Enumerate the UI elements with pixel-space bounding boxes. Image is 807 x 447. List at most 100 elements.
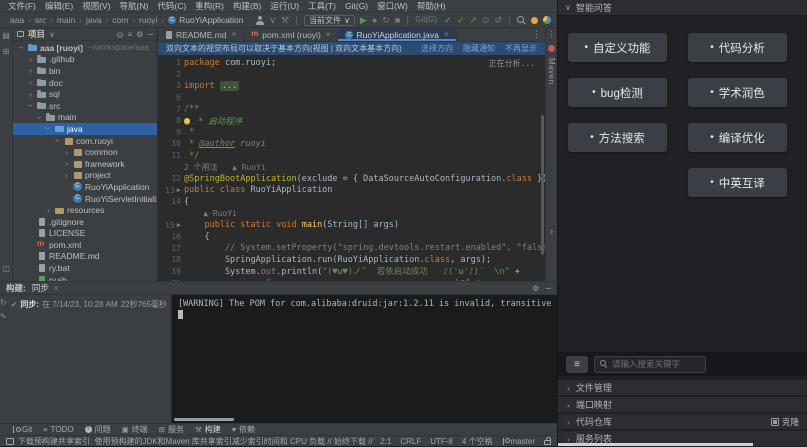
git-history-icon[interactable]: ⊙: [482, 16, 490, 25]
tree-item[interactable]: README.md: [13, 251, 157, 263]
file-encoding[interactable]: UTF-8: [430, 437, 453, 446]
line-number-gutter[interactable]: 18: [158, 255, 184, 264]
menu-item[interactable]: 构建(B): [233, 0, 261, 12]
code-editor[interactable]: 正在分析... 1package com.ruoyi;23import ...6…: [158, 55, 545, 281]
caret-position[interactable]: 2:1: [380, 437, 391, 446]
menu-item[interactable]: 窗口(W): [377, 0, 408, 12]
line-number-gutter[interactable]: 3: [158, 81, 184, 90]
tree-item[interactable]: pom.xml: [13, 239, 157, 251]
line-ending[interactable]: CRLF: [400, 437, 421, 446]
tree-item[interactable]: ›resources: [13, 204, 157, 216]
tree-expand-chevron[interactable]: ›: [45, 206, 52, 215]
tree-expand-chevron[interactable]: ›: [35, 114, 44, 121]
editor-tab[interactable]: RuoYiApplication.java×: [338, 28, 456, 41]
section-0[interactable]: ›文件管理: [558, 380, 807, 395]
line-number-gutter[interactable]: 11: [158, 151, 184, 160]
breadcrumb-item[interactable]: java: [86, 15, 102, 25]
menu-item[interactable]: 运行(U): [270, 0, 299, 12]
breadcrumb-item[interactable]: com: [112, 15, 128, 25]
status-message[interactable]: 下载预构建共享索引: 使用预构建的JDK和Maven 库共享索引减少索引时间和 …: [18, 436, 376, 447]
user-profile-icon[interactable]: [255, 16, 264, 25]
settings-gear-icon[interactable]: ⚙: [136, 30, 143, 39]
settings-gear-icon[interactable]: ⚙: [532, 284, 539, 293]
notification-badge-icon[interactable]: [548, 45, 555, 52]
menu-item[interactable]: 编辑(E): [45, 0, 73, 12]
indent-setting[interactable]: 4 个空格: [462, 436, 493, 447]
rerun-icon[interactable]: ↻: [0, 299, 7, 307]
run-button[interactable]: ▶: [360, 16, 367, 25]
sync-status-line[interactable]: ✔ 同步: 在 7/14/23, 10:28 AM 22秒765毫秒: [11, 298, 167, 310]
editor-scrollbar[interactable]: [541, 115, 544, 255]
toolwindow-问题[interactable]: !问题: [85, 424, 111, 435]
tree-expand-chevron[interactable]: ›: [44, 125, 53, 132]
menu-item[interactable]: 帮助(H): [417, 0, 446, 12]
tree-item[interactable]: LICENSE: [13, 228, 157, 240]
tree-item[interactable]: .gitignore: [13, 216, 157, 228]
line-number-gutter[interactable]: 16: [158, 232, 184, 241]
collapse-panel-chevron[interactable]: ›: [550, 226, 553, 236]
close-icon[interactable]: ×: [444, 30, 449, 39]
editor-tab[interactable]: README.md×: [158, 28, 244, 41]
menu-toggle-button[interactable]: ≡: [566, 356, 588, 373]
console-output[interactable]: [WARNING] The POM for com.alibaba:druid:…: [172, 295, 557, 423]
toolwindow-服务[interactable]: ⊞服务: [159, 424, 184, 435]
line-number-gutter[interactable]: 8: [158, 116, 184, 125]
feature-button[interactable]: •自定义功能: [568, 33, 667, 62]
toolwindow-终端[interactable]: ▣终端: [122, 424, 148, 435]
breadcrumb-item[interactable]: main: [57, 15, 75, 25]
plugin-icon[interactable]: [543, 16, 551, 24]
console-horizontal-scrollbar[interactable]: [174, 418, 234, 421]
tree-item[interactable]: ›doc: [13, 77, 157, 89]
tree-item[interactable]: ry.sh: [13, 274, 157, 281]
commit-toolwindow-icon[interactable]: ⊞: [3, 48, 10, 56]
line-number-gutter[interactable]: 10: [158, 139, 184, 148]
tab-bar-more[interactable]: ⋮: [528, 28, 545, 41]
banner-action-link[interactable]: 不再显示: [505, 43, 537, 54]
tree-expand-chevron[interactable]: ›: [63, 171, 70, 180]
feature-button[interactable]: •学术润色: [688, 78, 787, 107]
feature-button[interactable]: •方法搜索: [568, 123, 667, 152]
line-number-gutter[interactable]: 7: [158, 105, 184, 114]
stop-button[interactable]: ■: [395, 16, 400, 25]
line-number-gutter[interactable]: 2: [158, 70, 184, 79]
section-2[interactable]: ›代码仓库克隆: [558, 414, 807, 429]
feature-button[interactable]: •代码分析: [688, 33, 787, 62]
run-gutter-icon[interactable]: ▶: [177, 187, 181, 194]
tree-item[interactable]: ›bin: [13, 65, 157, 77]
git-commit-button[interactable]: ✓: [457, 16, 465, 25]
locate-file-icon[interactable]: ◎: [117, 30, 124, 39]
line-number-gutter[interactable]: 17: [158, 244, 184, 253]
toolwindow-依赖[interactable]: ♥依赖: [232, 424, 255, 435]
clone-button[interactable]: 克隆: [771, 416, 799, 428]
tree-item[interactable]: ›common: [13, 146, 157, 158]
more-options-icon[interactable]: ⋮: [548, 31, 556, 39]
run-config-dropdown[interactable]: 当前文件 ∨: [304, 15, 355, 26]
menu-item[interactable]: 重构(R): [195, 0, 224, 12]
line-number-gutter[interactable]: 13▶: [158, 186, 184, 195]
line-number-gutter[interactable]: 9: [158, 128, 184, 137]
tree-expand-chevron[interactable]: ›: [27, 66, 34, 75]
hide-panel-icon[interactable]: ─: [545, 284, 551, 293]
menu-item[interactable]: 文件(F): [8, 0, 36, 12]
feature-button[interactable]: •编译优化: [688, 123, 787, 152]
search-everywhere-icon[interactable]: [517, 16, 526, 25]
tree-item[interactable]: ›com.ruoyi: [13, 135, 157, 147]
tree-item[interactable]: ›.github: [13, 54, 157, 66]
search-input[interactable]: [612, 359, 700, 369]
profile-button[interactable]: ↻: [382, 16, 390, 25]
tree-expand-chevron[interactable]: ›: [27, 90, 34, 99]
tree-item[interactable]: RuoYiApplication: [13, 181, 157, 193]
breadcrumb-item[interactable]: ruoyi: [139, 15, 157, 25]
line-number-gutter[interactable]: 12: [158, 174, 184, 183]
tree-item[interactable]: ry.bat: [13, 262, 157, 274]
tree-item[interactable]: ›aaa [ruoyi]~/workspace/aaa: [13, 42, 157, 54]
line-number-gutter[interactable]: 19: [158, 267, 184, 276]
lock-icon[interactable]: [544, 440, 551, 445]
menu-item[interactable]: 代码(C): [157, 0, 186, 12]
menu-item[interactable]: 工具(T): [308, 0, 336, 12]
tree-expand-chevron[interactable]: ›: [17, 44, 26, 51]
menu-item[interactable]: 导航(N): [120, 0, 149, 12]
tree-expand-chevron[interactable]: ›: [26, 102, 35, 109]
close-icon[interactable]: ×: [232, 30, 237, 39]
console-tab-sync[interactable]: 同步 ×: [32, 282, 59, 294]
